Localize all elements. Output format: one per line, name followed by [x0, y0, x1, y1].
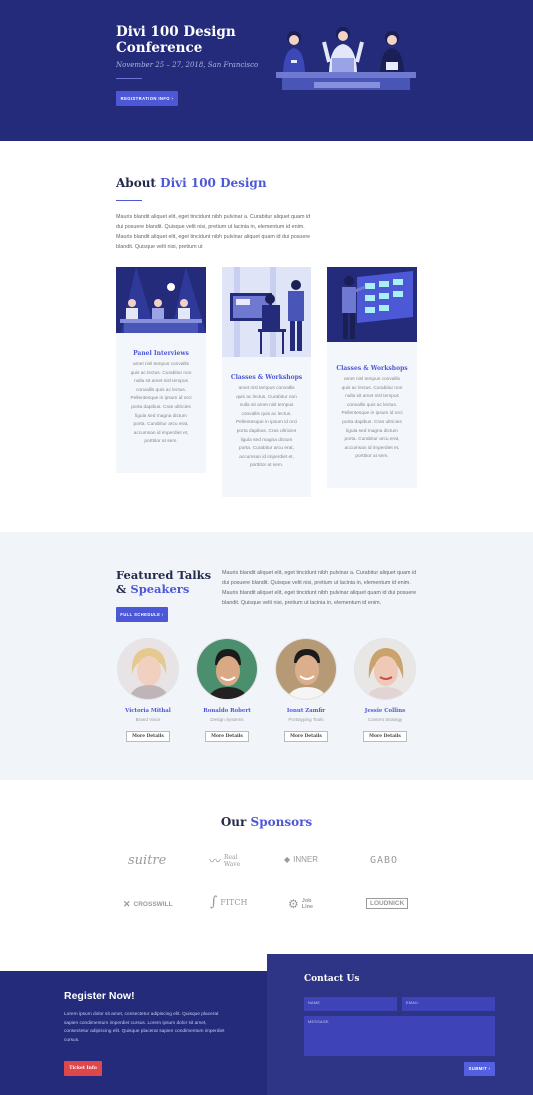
speaker-card: Ionut Zamfir Prototyping Tools More Deta…	[274, 638, 338, 742]
speaker-name: Victoria Mithal	[125, 708, 171, 714]
sponsor-logo-text: LOUDNICK	[366, 898, 409, 909]
speaker-avatar	[354, 638, 416, 700]
more-details-button[interactable]: More Details	[126, 731, 170, 742]
sponsor-logo-loudnick: LOUDNICK	[366, 898, 409, 909]
message-field[interactable]: MESSAGE	[304, 1016, 495, 1056]
sponsor-logo-crosswill: ✕ CROSSWILL	[123, 899, 173, 910]
sponsor-logo-text: CROSSWILL	[133, 901, 173, 908]
name-field[interactable]: NAME	[304, 997, 397, 1011]
sponsor-logo-text: FITCH	[220, 897, 248, 907]
about-title: About Divi 100 Design	[116, 176, 267, 190]
hero-title: Divi 100 Design Conference	[116, 24, 236, 56]
chevron-right-icon: ›	[161, 612, 164, 617]
speaker-name: Ronaldo Robert	[203, 708, 251, 714]
submit-label: SUBMIT	[468, 1066, 488, 1071]
sponsor-logo-gabo: GABO	[370, 855, 398, 866]
about-divider	[116, 200, 142, 201]
speaker-avatar	[196, 638, 258, 700]
horseshoe-icon: ∫	[210, 894, 218, 910]
full-schedule-label: FULL SCHEDULE	[120, 612, 161, 617]
speaker-name: Ionut Zamfir	[286, 708, 326, 714]
featured-title: Featured Talks & Speakers	[116, 568, 211, 596]
sponsor-logo-fitch: ∫ FITCH	[210, 894, 247, 910]
card-text: amet nisl tempus convallis quis ac lectu…	[341, 377, 403, 460]
speaker-card: Ronaldo Robert Design Systems More Detai…	[195, 638, 259, 742]
featured-paragraph: Mauris blandit aliquet elit, eget tincid…	[222, 570, 417, 606]
workshop-illustration	[222, 267, 311, 357]
speaker-role: Brand Voice	[135, 717, 161, 722]
sponsor-logo-text: INNER	[293, 855, 319, 864]
full-schedule-button[interactable]: FULL SCHEDULE ›	[116, 607, 168, 622]
featured-title-highlight: Speakers	[130, 582, 190, 596]
ticket-info-button[interactable]: Ticket Info	[64, 1061, 102, 1076]
hero-divider	[116, 78, 142, 79]
sponsors-title-prefix: Our	[220, 815, 247, 829]
speaker-card: Jessie Collins Content Strategy More Det…	[353, 638, 417, 742]
about-paragraph: Mauris blandit aliquet elit, eget tincid…	[116, 214, 311, 250]
email-field[interactable]: EMAIL	[402, 997, 495, 1011]
cross-icon: ✕	[123, 899, 131, 909]
feature-card-panel-interviews: Panel Interviews amet nisl tempus conval…	[116, 267, 206, 473]
register-text: Lorem ipsum dolor sit amet, consectetur …	[64, 1012, 225, 1043]
chevron-right-icon: ›	[488, 1066, 491, 1071]
registration-info-label: REGISTRATION INFO	[120, 96, 170, 101]
feature-card-classes-workshops-2: Classes & Workshops amet nisl tempus con…	[327, 267, 417, 488]
speaker-role: Design Systems	[210, 717, 244, 722]
speaker-card: Victoria Mithal Brand Voice More Details	[116, 638, 180, 742]
featured-title-line1: Featured Talks	[116, 568, 212, 582]
register-title: Register Now!	[64, 990, 135, 1002]
contact-section: Contact Us NAME EMAIL MESSAGE SUBMIT ›	[267, 954, 533, 1095]
sponsor-logo-suitre: suitre	[128, 853, 166, 868]
submit-button[interactable]: SUBMIT ›	[464, 1062, 495, 1076]
card-text: amet nisl tempus convallis quis ac lectu…	[130, 362, 192, 445]
sponsor-logo-jobline: ⚙ Job Line	[288, 897, 316, 911]
card-title: Panel Interviews	[133, 350, 189, 357]
sponsors-title: Our Sponsors	[0, 815, 533, 829]
hero-date: November 25 – 27, 2018, San Francisco	[116, 61, 259, 69]
speaker-role: Content Strategy	[367, 717, 403, 722]
panel-interviews-illustration	[116, 267, 206, 333]
sponsor-logo-text: Real Wave	[224, 853, 241, 868]
speaker-name: Jessie Collins	[364, 708, 406, 714]
sponsor-logo-realwave: 〰 Real Wave	[209, 852, 244, 869]
feature-card-classes-workshops-1: Classes & Workshops amet nisl tempus con…	[222, 267, 311, 497]
more-details-button[interactable]: More Details	[284, 731, 328, 742]
sponsor-logo-inner: ◆ INNER	[284, 855, 318, 864]
about-title-prefix: About	[116, 176, 156, 190]
hero-section: Divi 100 Design Conference November 25 –…	[0, 0, 533, 141]
sponsors-title-highlight: Sponsors	[250, 815, 313, 829]
card-title: Classes & Workshops	[336, 365, 408, 372]
card-text: amet nisl tempus convallis quis ac lectu…	[235, 386, 298, 469]
speaker-avatar	[275, 638, 337, 700]
chevron-right-icon: ›	[171, 96, 174, 101]
diamond-icon: ◆	[284, 855, 291, 864]
presentation-illustration	[327, 267, 417, 342]
speaker-role: Prototyping Tools	[288, 717, 324, 722]
gear-icon: ⚙	[288, 897, 299, 911]
sponsor-logo-text: Job Line	[301, 898, 314, 910]
featured-title-amp: &	[116, 582, 131, 596]
more-details-button[interactable]: More Details	[205, 731, 249, 742]
wave-icon: 〰	[209, 854, 222, 868]
speaker-avatar	[117, 638, 179, 700]
contact-title: Contact Us	[304, 974, 360, 984]
about-title-highlight: Divi 100 Design	[160, 176, 267, 190]
conference-panel-illustration	[276, 27, 416, 90]
registration-info-button[interactable]: REGISTRATION INFO ›	[116, 91, 178, 106]
register-section: Register Now! Lorem ipsum dolor sit amet…	[0, 971, 267, 1095]
more-details-button[interactable]: More Details	[363, 731, 407, 742]
sponsor-logo-text: GABO	[370, 855, 399, 866]
sponsor-logo-text: suitre	[128, 853, 167, 868]
card-title: Classes & Workshops	[230, 374, 303, 381]
